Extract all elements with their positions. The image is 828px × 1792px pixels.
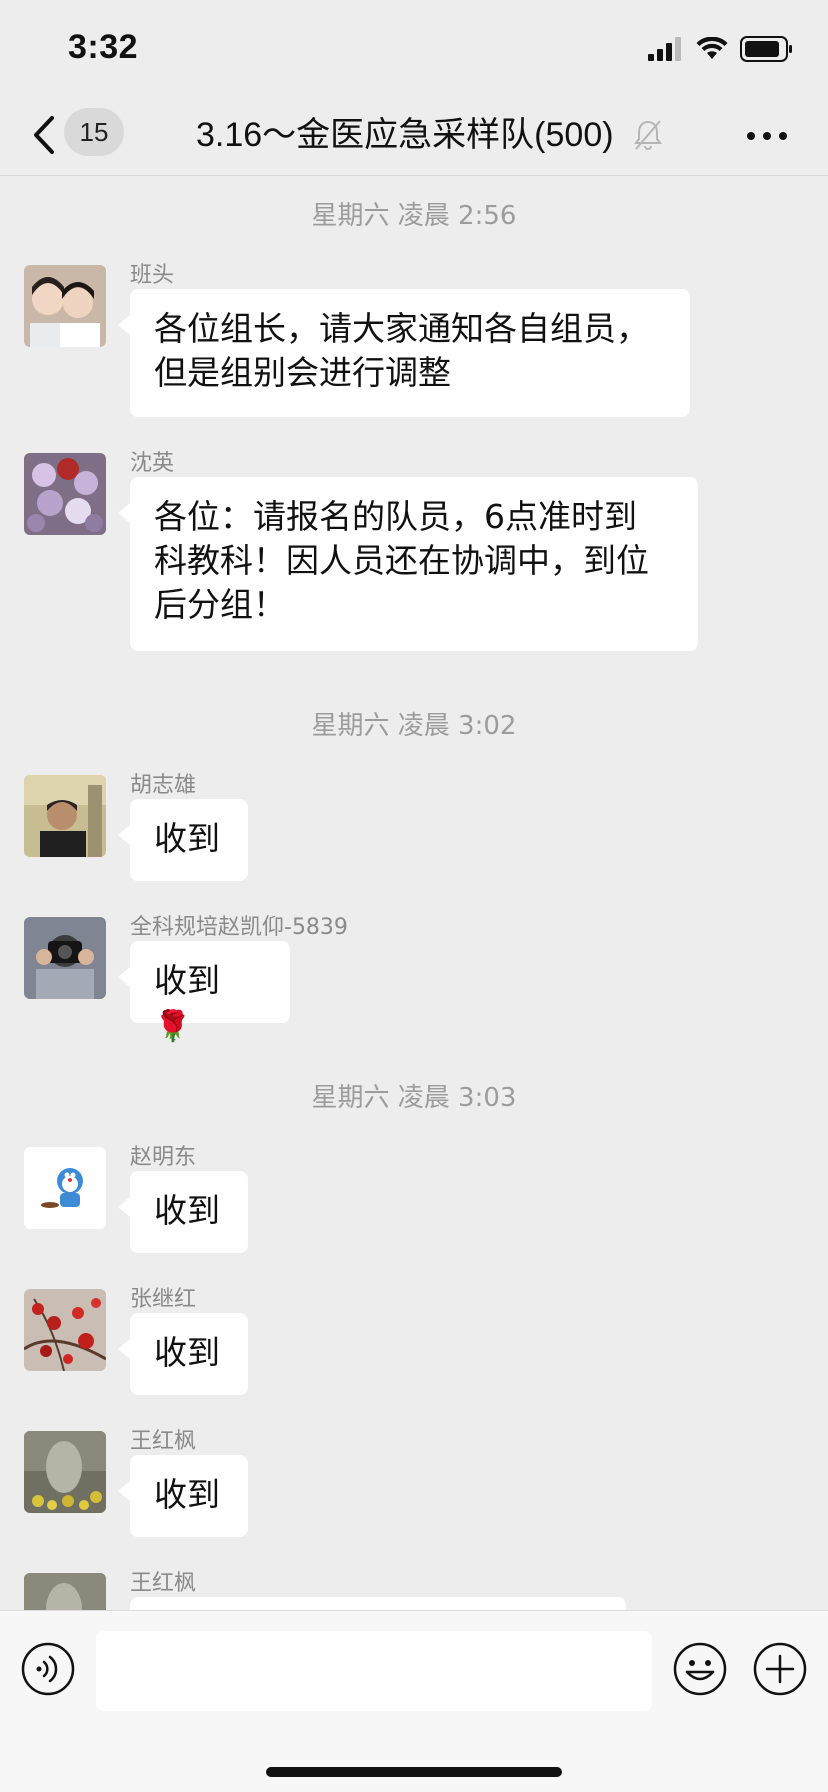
avatar[interactable] — [24, 1289, 106, 1371]
message-bubble[interactable]: 各位组长，请大家通知各自组员， 但是组别会进行调整 — [118, 289, 690, 417]
chat-title: 3.16～金医应急采样队(500) — [196, 116, 614, 154]
back-icon[interactable] — [26, 112, 66, 158]
message-bubble[interactable]: 各位：请报名的队员，6点准时到 科教科！因人员还在协调中，到位 后分组！ — [118, 477, 698, 651]
sender-name: 全科规培赵凯仰-5839 — [130, 915, 348, 940]
avatar[interactable] — [24, 1147, 106, 1229]
sender-name: 胡志雄 — [130, 773, 197, 798]
sender-name: 张继红 — [130, 1287, 197, 1312]
voice-input-icon[interactable] — [20, 1641, 76, 1697]
mute-bell-icon — [634, 120, 662, 150]
timestamp-separator: 星期六 凌晨 3:02 — [311, 711, 517, 741]
input-bar — [0, 1610, 828, 1792]
plus-icon[interactable] — [752, 1641, 808, 1697]
sender-name: 王红枫 — [130, 1429, 197, 1454]
message-list[interactable]: 星期六 凌晨 2:56 班头 各位组长，请大家通知各自组员， 但是组别会进行调整 — [0, 177, 828, 1610]
sender-name: 沈英 — [130, 451, 175, 476]
battery-icon — [740, 36, 792, 62]
status-time: 3:32 — [68, 28, 139, 66]
message-bubble[interactable]: 收到 — [118, 1313, 248, 1395]
message-bubble[interactable]: 收到 — [118, 1171, 248, 1253]
status-icons — [648, 36, 794, 62]
rose-emoji: 🌹 — [154, 1009, 192, 1044]
more-options-icon[interactable] — [744, 116, 790, 156]
sender-name: 王红枫 — [130, 1571, 197, 1596]
message-text: 收到 — [154, 961, 220, 1000]
emoji-icon[interactable] — [672, 1641, 728, 1697]
avatar[interactable] — [24, 265, 106, 347]
avatar[interactable] — [24, 917, 106, 999]
message-bubble[interactable]: 收到 — [118, 799, 248, 881]
avatar[interactable] — [24, 775, 106, 857]
avatar[interactable] — [24, 1431, 106, 1513]
timestamp-separator: 星期六 凌晨 2:56 — [311, 201, 517, 231]
message-bubble[interactable]: 收到 🌹 — [118, 941, 290, 1044]
avatar[interactable] — [24, 453, 106, 535]
message-bubble[interactable] — [130, 1597, 626, 1610]
signal-icon — [648, 37, 681, 61]
message-input[interactable] — [96, 1631, 652, 1711]
timestamp-separator: 星期六 凌晨 3:03 — [311, 1083, 517, 1113]
chat-header: 15 3.16～金医应急采样队(500) — [0, 96, 828, 176]
home-indicator — [266, 1767, 562, 1777]
wifi-icon — [696, 37, 728, 59]
sender-name: 班头 — [130, 263, 175, 288]
sender-name: 赵明东 — [130, 1145, 197, 1170]
message-bubble[interactable]: 收到 — [118, 1455, 248, 1537]
status-bar: 3:32 — [0, 0, 828, 96]
avatar[interactable] — [24, 1573, 106, 1610]
unread-count-badge[interactable]: 15 — [64, 108, 124, 156]
